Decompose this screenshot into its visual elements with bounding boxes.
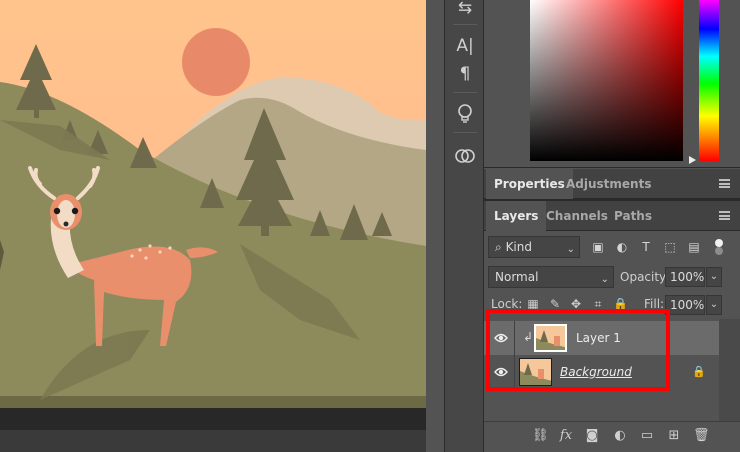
document-canvas[interactable] xyxy=(0,0,426,408)
cloud-libraries-icon[interactable] xyxy=(445,142,485,170)
panel-menu-icon[interactable] xyxy=(719,179,730,188)
photoshop-window: ⇆ A| ¶ Properties Adjustments Layers Cha… xyxy=(0,0,740,452)
hue-slider-marker[interactable] xyxy=(689,156,696,164)
search-icon: ⌕ xyxy=(495,240,502,254)
layer-row-background[interactable]: Background 🔒 xyxy=(484,355,719,389)
tab-channels[interactable]: Channels xyxy=(538,201,616,231)
lightbulb-icon[interactable] xyxy=(445,100,485,128)
adjustment-filter-icon[interactable]: ◐ xyxy=(614,239,630,255)
lock-all-icon[interactable]: 🔒 xyxy=(613,297,628,311)
horizontal-scrollbar[interactable] xyxy=(0,430,426,452)
blend-row: Normal ⌄ Opacity: 100% ⌄ xyxy=(484,266,740,294)
layer-filter-row: ⌕ Kind ⌄ ▣ ◐ T ⬚ ▤ xyxy=(484,236,740,264)
layer-row-layer-1[interactable]: ↲ Layer 1 xyxy=(484,321,719,355)
arrange-icon[interactable]: ⇆ xyxy=(445,0,485,22)
layer-name[interactable]: Background xyxy=(560,365,632,379)
adjustment-layer-icon[interactable]: ◐ xyxy=(612,428,628,444)
shape-filter-icon[interactable]: ⬚ xyxy=(662,239,678,255)
lock-artboard-icon[interactable]: ⌗ xyxy=(591,297,605,311)
panel-menu-icon[interactable] xyxy=(719,211,730,220)
image-filter-icon[interactable]: ▣ xyxy=(590,239,606,255)
canvas-gutter xyxy=(426,0,444,452)
visibility-eye-icon[interactable] xyxy=(494,332,508,344)
opacity-input[interactable]: 100% xyxy=(665,267,705,287)
tool-divider xyxy=(453,24,477,25)
visibility-eye-icon[interactable] xyxy=(494,366,508,378)
properties-tabbar: Properties Adjustments xyxy=(484,169,740,199)
layers-scrollbar[interactable] xyxy=(719,319,740,421)
tool-divider xyxy=(453,92,477,93)
layers-footer: ⛓ fx ◙ ◐ ▭ ⊞ 🗑 xyxy=(484,421,740,452)
filter-kind-select[interactable]: ⌕ Kind ⌄ xyxy=(488,236,580,258)
panel-tool-strip: ⇆ A| ¶ xyxy=(444,0,484,452)
character-tool-icon[interactable]: A| xyxy=(445,32,485,60)
layer-divider xyxy=(514,321,515,355)
fill-label: Fill: xyxy=(644,297,665,311)
clipping-mask-icon: ↲ xyxy=(523,330,534,344)
chevron-down-icon: ⌄ xyxy=(566,244,575,255)
blend-mode-select[interactable]: Normal ⌄ xyxy=(488,266,614,288)
opacity-chevron-icon[interactable]: ⌄ xyxy=(706,267,722,287)
link-layers-icon[interactable]: ⛓ xyxy=(532,428,549,444)
color-field[interactable] xyxy=(530,0,683,161)
lock-brush-icon[interactable]: ✎ xyxy=(548,297,562,311)
smart-object-filter-icon[interactable]: ▤ xyxy=(686,239,702,255)
filter-toggle[interactable] xyxy=(715,239,723,255)
fill-chevron-icon[interactable]: ⌄ xyxy=(706,295,722,315)
layer-name[interactable]: Layer 1 xyxy=(576,331,621,345)
tab-paths[interactable]: Paths xyxy=(606,201,660,231)
canvas-area xyxy=(0,0,426,452)
landscape-artwork xyxy=(0,0,426,408)
layer-thumbnail xyxy=(519,358,552,386)
opacity-label: Opacity: xyxy=(620,270,670,284)
layers-list: ↲ Layer 1 Background 🔒 xyxy=(484,319,719,421)
add-mask-icon[interactable]: ◙ xyxy=(584,428,600,444)
color-picker-panel xyxy=(484,0,740,168)
fx-icon[interactable]: fx xyxy=(558,428,574,444)
chevron-down-icon: ⌄ xyxy=(600,274,609,285)
lock-label: Lock: xyxy=(491,297,523,311)
trash-icon[interactable]: 🗑 xyxy=(693,428,710,444)
tab-adjustments[interactable]: Adjustments xyxy=(558,169,659,199)
filter-kind-label: Kind xyxy=(505,240,532,254)
type-filter-icon[interactable]: T xyxy=(638,239,654,255)
paragraph-tool-icon[interactable]: ¶ xyxy=(445,60,485,88)
layer-divider xyxy=(514,355,515,389)
blend-mode-value: Normal xyxy=(495,270,539,284)
lock-row: Lock: ▦ ✎ ✥ ⌗ 🔒 Fill: 100% ⌄ xyxy=(484,292,740,320)
hue-slider[interactable] xyxy=(699,0,719,161)
layer-thumbnail xyxy=(534,324,567,352)
fill-input[interactable]: 100% xyxy=(665,295,705,315)
lock-transparency-icon[interactable]: ▦ xyxy=(526,297,540,311)
layers-tabbar: Layers Channels Paths xyxy=(484,201,740,231)
sun xyxy=(182,28,250,96)
lock-move-icon[interactable]: ✥ xyxy=(569,297,583,311)
new-layer-icon[interactable]: ⊞ xyxy=(666,428,682,444)
right-panel: Properties Adjustments Layers Channels P… xyxy=(484,0,740,452)
layer-lock-icon: 🔒 xyxy=(692,365,706,378)
tool-divider xyxy=(453,132,477,133)
group-folder-icon[interactable]: ▭ xyxy=(639,428,655,444)
